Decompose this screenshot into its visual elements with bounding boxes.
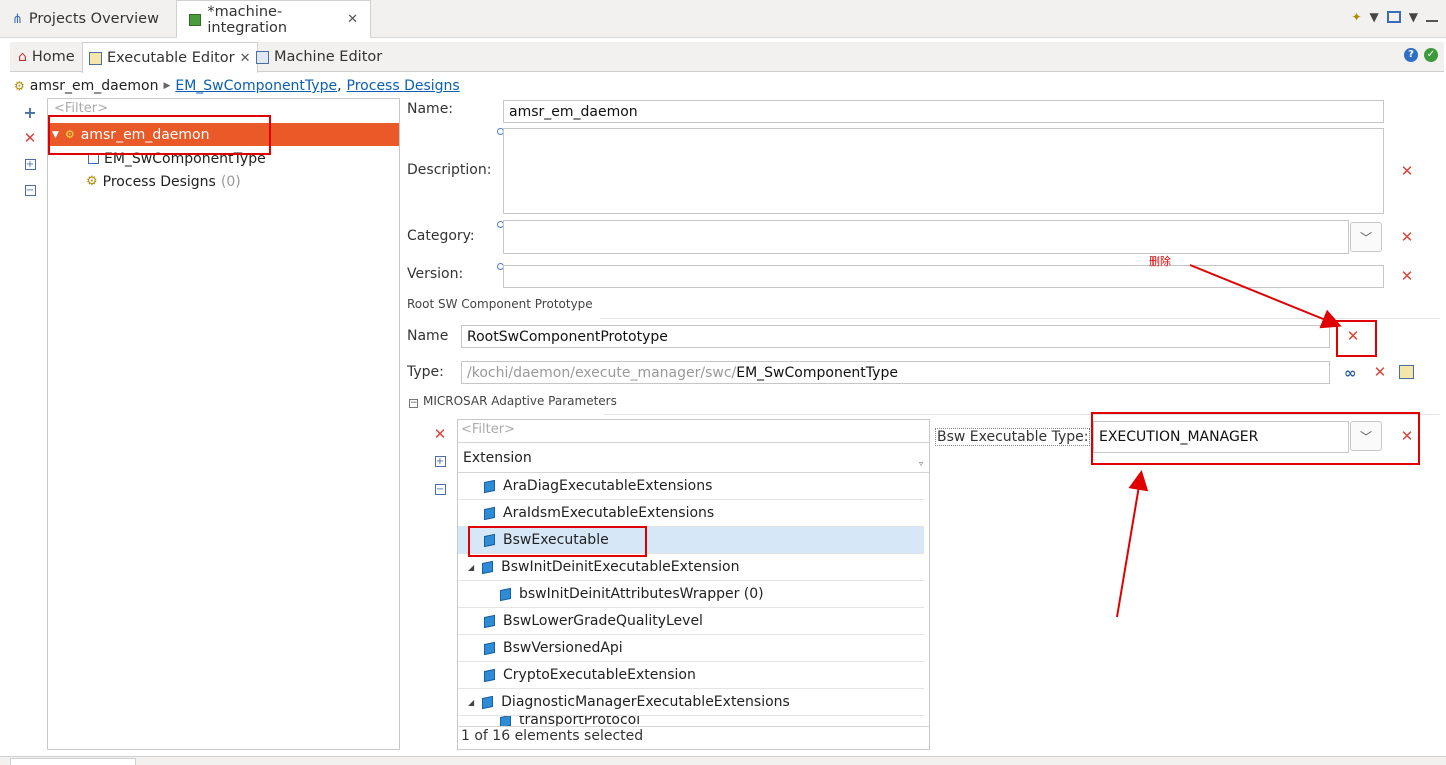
arrow-to-delete (1189, 264, 1342, 329)
annotation-arrows (1116, 264, 1342, 618)
bottom-tab-stub (10, 758, 136, 765)
bottom-panel-edge (0, 756, 1446, 765)
arrow-to-bsw-type (1116, 470, 1149, 618)
